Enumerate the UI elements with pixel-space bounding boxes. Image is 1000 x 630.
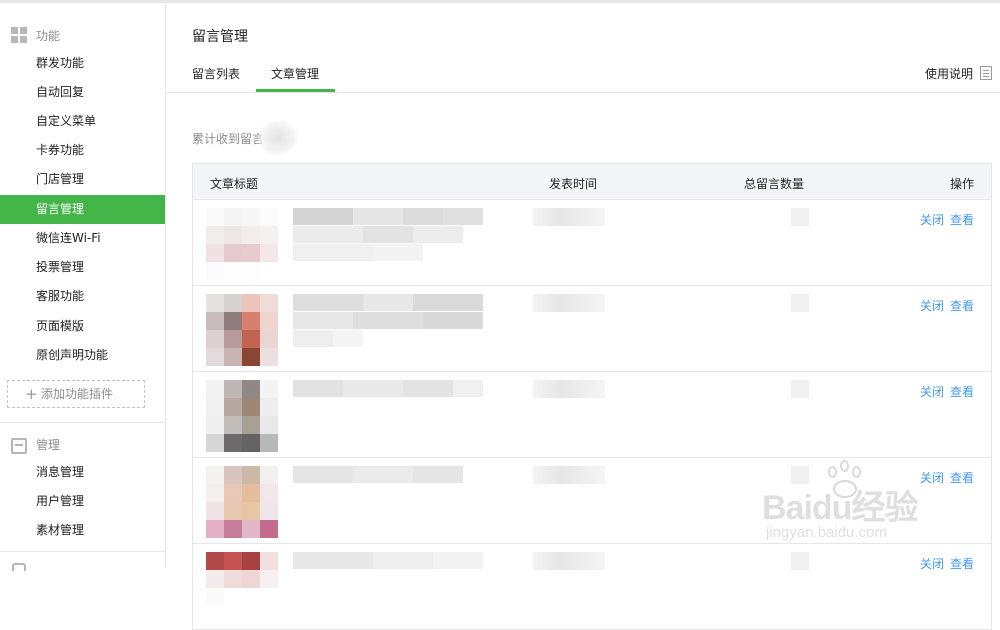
close-comments-link[interactable]: 关闭 [920, 557, 944, 571]
table-header: 文章标题 发表时间 总留言数量 操作 [193, 164, 991, 200]
publish-time-redacted [533, 552, 605, 570]
view-comments-link[interactable]: 查看 [950, 299, 974, 313]
sidebar-item-original-declaration[interactable]: 原创声明功能 [0, 341, 165, 370]
article-thumbnail [206, 552, 278, 624]
tab-comment-list[interactable]: 留言列表 [192, 65, 240, 82]
sidebar-item-stores[interactable]: 门店管理 [0, 165, 165, 194]
close-comments-link[interactable]: 关闭 [920, 385, 944, 399]
sidebar-item-wifi[interactable]: 微信连Wi-Fi [0, 224, 165, 253]
view-comments-link[interactable]: 查看 [950, 385, 974, 399]
article-thumbnail [206, 380, 278, 452]
add-plugin-label: 添加功能插件 [41, 387, 114, 401]
column-header-time: 发表时间 [549, 177, 598, 191]
table-body: 关闭 查看 关闭 查看 关闭 查看 关闭 查看 关闭 查看 [193, 200, 991, 630]
column-header-actions: 操作 [949, 177, 974, 191]
sidebar-item-messages[interactable]: 消息管理 [0, 458, 165, 487]
sidebar-section-label: 管理 [36, 437, 61, 452]
sidebar-item-customer-service[interactable]: 客服功能 [0, 282, 165, 311]
plus-icon: + [25, 385, 38, 403]
column-header-title: 文章标题 [210, 177, 259, 191]
sidebar-item-voting[interactable]: 投票管理 [0, 253, 165, 282]
doc-icon[interactable] [980, 66, 992, 80]
sidebar-section-manage: 管理 [0, 429, 165, 459]
article-title-redacted [293, 208, 483, 280]
row-actions: 关闭 查看 [914, 555, 974, 572]
comment-count-redacted [791, 208, 809, 226]
article-table: 文章标题 发表时间 总留言数量 操作 关闭 查看 关闭 查看 关闭 查看 关闭 查看 关闭 查看 [192, 163, 992, 630]
view-comments-link[interactable]: 查看 [950, 213, 974, 227]
publish-time-redacted [533, 380, 605, 398]
sidebar-divider [0, 422, 165, 423]
publish-time-redacted [533, 294, 605, 312]
comment-count-redacted [791, 294, 809, 312]
row-actions: 关闭 查看 [914, 383, 974, 400]
sidebar-section-label: 功能 [36, 28, 61, 43]
tray-icon [11, 438, 27, 454]
article-title-redacted [293, 294, 483, 366]
article-title-redacted [293, 380, 483, 452]
article-thumbnail [206, 208, 278, 280]
sidebar-item-users[interactable]: 用户管理 [0, 487, 165, 516]
table-row: 关闭 查看 [193, 544, 991, 630]
tab-article-management[interactable]: 文章管理 [271, 65, 319, 82]
tab-divider [166, 92, 1000, 93]
sidebar-item-auto-reply[interactable]: 自动回复 [0, 78, 165, 107]
comment-count-redacted [791, 380, 809, 398]
comment-summary: 累计收到留言 [192, 132, 265, 146]
watermark-brand: Baidu经验 [762, 489, 918, 527]
view-comments-link[interactable]: 查看 [950, 557, 974, 571]
column-header-count: 总留言数量 [744, 177, 805, 191]
row-actions: 关闭 查看 [914, 211, 974, 228]
section-icon [12, 563, 26, 571]
page-title: 留言管理 [192, 29, 248, 45]
table-row: 关闭 查看 [193, 372, 991, 458]
sidebar-item-mass-send[interactable]: 群发功能 [0, 49, 165, 78]
row-actions: 关闭 查看 [914, 297, 974, 314]
add-plugin-button[interactable]: + 添加功能插件 [7, 380, 145, 408]
table-row: 关闭 查看 [193, 286, 991, 372]
sidebar-section-function: 功能 [0, 20, 165, 50]
view-comments-link[interactable]: 查看 [950, 471, 974, 485]
article-title-redacted [293, 466, 483, 538]
baidu-watermark: Baidu经验 jingyan.baidu.com [762, 460, 952, 550]
publish-time-redacted [533, 208, 605, 226]
table-row: 关闭 查看 [193, 200, 991, 286]
article-thumbnail [206, 294, 278, 366]
article-title-redacted [293, 552, 483, 624]
sidebar-item-materials[interactable]: 素材管理 [0, 516, 165, 545]
article-thumbnail [206, 466, 278, 538]
sidebar: 功能 群发功能 自动回复 自定义菜单 卡券功能 门店管理 留言管理 微信连Wi-… [0, 3, 166, 571]
close-comments-link[interactable]: 关闭 [920, 213, 944, 227]
grid-icon [11, 27, 27, 43]
sidebar-item-custom-menu[interactable]: 自定义菜单 [0, 107, 165, 136]
sidebar-item-page-templates[interactable]: 页面模版 [0, 312, 165, 341]
sidebar-item-coupons[interactable]: 卡券功能 [0, 136, 165, 165]
watermark-url: jingyan.baidu.com [766, 524, 887, 541]
close-comments-link[interactable]: 关闭 [920, 299, 944, 313]
publish-time-redacted [533, 466, 605, 484]
help-link[interactable]: 使用说明 [925, 65, 973, 82]
blurred-count [258, 120, 298, 156]
sidebar-item-comments[interactable]: 留言管理 [0, 195, 165, 224]
comment-count-redacted [791, 552, 809, 570]
sidebar-divider [0, 551, 165, 552]
